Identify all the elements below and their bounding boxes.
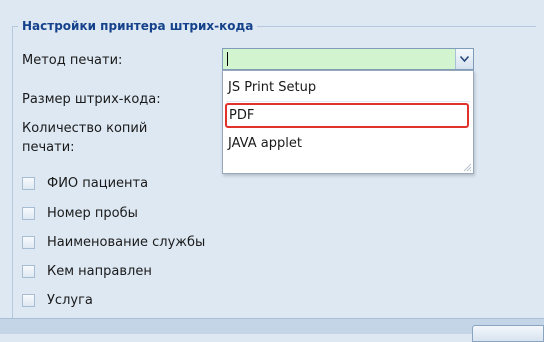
bottom-toolbar — [0, 318, 544, 342]
checkbox[interactable] — [22, 293, 35, 307]
resize-grip-icon[interactable] — [462, 162, 472, 172]
checkbox[interactable] — [22, 235, 35, 249]
checkbox-row-patient-name[interactable]: ФИО пациента — [22, 174, 148, 192]
text-caret — [227, 52, 228, 66]
checkbox-row-referred-by[interactable]: Кем направлен — [22, 262, 152, 280]
checkbox-row-service-name[interactable]: Наименование службы — [22, 233, 205, 251]
checkbox-label: ФИО пациента — [47, 175, 149, 191]
chevron-down-icon — [460, 56, 469, 62]
copies-label-line1: Количество копий — [22, 121, 148, 136]
copies-label-line2: печати: — [22, 140, 75, 155]
checkbox-label: Наименование службы — [47, 234, 206, 250]
barcode-size-label: Размер штрих-кода: — [22, 92, 161, 107]
checkbox[interactable] — [22, 176, 35, 190]
print-method-label: Метод печати: — [22, 53, 123, 68]
fieldset-legend: Настройки принтера штрих-кода — [18, 16, 258, 36]
option-divider — [226, 101, 470, 102]
dropdown-option-java-applet[interactable]: JAVA applet — [225, 131, 469, 156]
checkbox-label: Услуга — [47, 292, 93, 308]
dropdown-option-pdf[interactable]: PDF — [225, 103, 469, 128]
checkbox-row-service[interactable]: Услуга — [22, 291, 93, 309]
printer-settings-panel: Настройки принтера штрих-кода Метод печа… — [0, 0, 544, 326]
checkbox[interactable] — [22, 206, 35, 220]
print-method-combo[interactable] — [222, 48, 474, 70]
checkbox[interactable] — [22, 264, 35, 278]
checkbox-row-sample-number[interactable]: Номер пробы — [22, 204, 138, 222]
checkbox-label: Номер пробы — [47, 205, 138, 221]
dropdown-option-js-print-setup[interactable]: JS Print Setup — [225, 75, 469, 100]
checkbox-label: Кем направлен — [47, 263, 152, 279]
combo-trigger-button[interactable] — [455, 49, 473, 69]
print-method-dropdown: JS Print Setup PDF JAVA applet — [222, 70, 474, 174]
toolbar-button[interactable] — [472, 325, 544, 342]
